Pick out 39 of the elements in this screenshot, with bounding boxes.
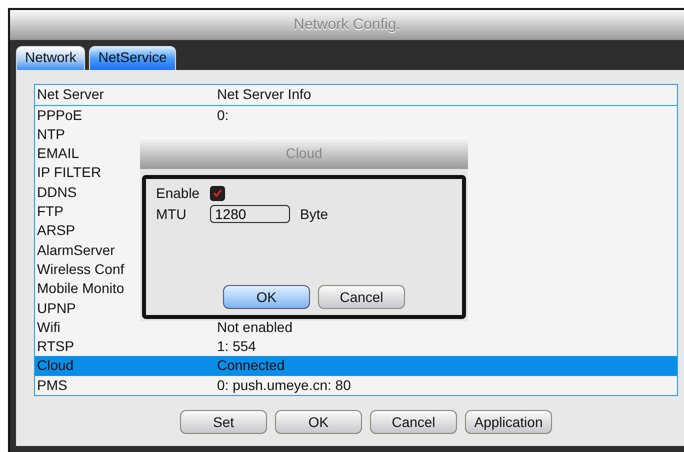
service-name: PMS [37, 376, 68, 395]
action-button[interactable]: Cancel [370, 410, 457, 434]
list-row[interactable]: RTSP 1: 554 [35, 337, 677, 356]
column-header: Net Server Info [217, 85, 312, 104]
service-name: AlarmServer [37, 240, 115, 260]
service-name: Wireless Conf [37, 260, 124, 279]
dialog-button[interactable]: Cancel [318, 285, 405, 309]
column-header: Net Server [37, 85, 104, 104]
service-name: NTP [37, 124, 65, 144]
service-info: Not enabled [217, 318, 293, 337]
mtu-field[interactable]: 1280 [210, 205, 290, 223]
check-icon [213, 189, 222, 197]
service-name: RTSP [37, 337, 74, 356]
service-info: 0: [217, 106, 229, 125]
list-row[interactable]: Cloud Connected [35, 356, 677, 376]
service-info: 1: 554 [217, 337, 256, 356]
service-name: PPPoE [37, 106, 82, 125]
service-name: Cloud [37, 356, 74, 376]
service-name: ARSP [37, 221, 76, 240]
mtu-label: MTU [156, 206, 188, 222]
tab[interactable]: NetService [89, 46, 176, 70]
service-name: IP FILTER [37, 163, 102, 182]
list-row[interactable]: Wifi Not enabled [35, 318, 677, 338]
enable-checkbox[interactable] [210, 186, 225, 200]
tab[interactable]: Network [16, 46, 86, 70]
enable-label: Enable [156, 185, 200, 201]
service-name: UPNP [37, 298, 76, 318]
list-row[interactable]: PMS 0: push.umeye.cn: 80 [35, 376, 677, 395]
dialog-button[interactable]: OK [223, 285, 310, 309]
service-name: Wifi [37, 318, 60, 337]
unit-label: Byte [300, 206, 328, 222]
action-button[interactable]: OK [275, 410, 362, 434]
dialog-title: Cloud [140, 137, 468, 169]
service-info: Connected [217, 356, 285, 376]
list-row[interactable]: PPPoE 0: [35, 106, 677, 125]
action-button[interactable]: Application [465, 410, 552, 434]
window-title: Network Config. [10, 10, 684, 40]
action-button[interactable]: Set [180, 410, 267, 434]
service-info: 0: push.umeye.cn: 80 [217, 376, 351, 395]
